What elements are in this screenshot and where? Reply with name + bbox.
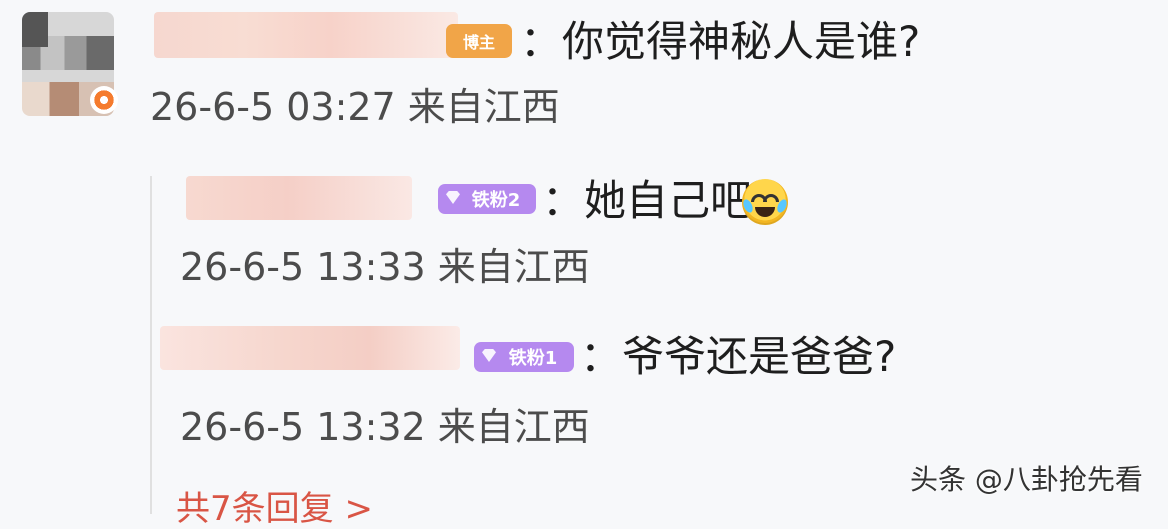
- comment-text: ：你觉得神秘人是谁?: [520, 17, 921, 66]
- reply-thread-line: [150, 176, 152, 514]
- more-replies-link[interactable]: 共7条回复 >: [176, 492, 373, 526]
- diamond-icon: [482, 349, 496, 362]
- blogger-badge: 博主: [446, 24, 512, 58]
- watermark: 头条 @八卦抢先看: [910, 463, 1143, 496]
- reply-2-meta: 26-6-5 13:32 来自江西: [180, 405, 590, 449]
- reply-1-meta: 26-6-5 13:33 来自江西: [180, 245, 590, 289]
- fan-badge-2: 铁粉1: [474, 342, 574, 372]
- verified-icon: [90, 86, 118, 114]
- reply-2-name-obscured[interactable]: [160, 326, 460, 370]
- emoji-mouth: [755, 207, 775, 217]
- laugh-cry-emoji-icon: [741, 179, 789, 225]
- fan-badge-1: 铁粉2: [438, 184, 536, 214]
- diamond-icon: [446, 191, 460, 204]
- reply-1-text: ：她自己吧: [542, 176, 753, 225]
- reply-1-name-obscured[interactable]: [186, 176, 412, 220]
- emoji-tear-right: [775, 197, 789, 215]
- commenter-name-obscured[interactable]: [154, 12, 458, 58]
- reply-2-text: ：爷爷还是爸爸?: [580, 332, 897, 381]
- emoji-tear-left: [741, 197, 755, 215]
- comment-meta: 26-6-5 03:27 来自江西: [150, 85, 560, 129]
